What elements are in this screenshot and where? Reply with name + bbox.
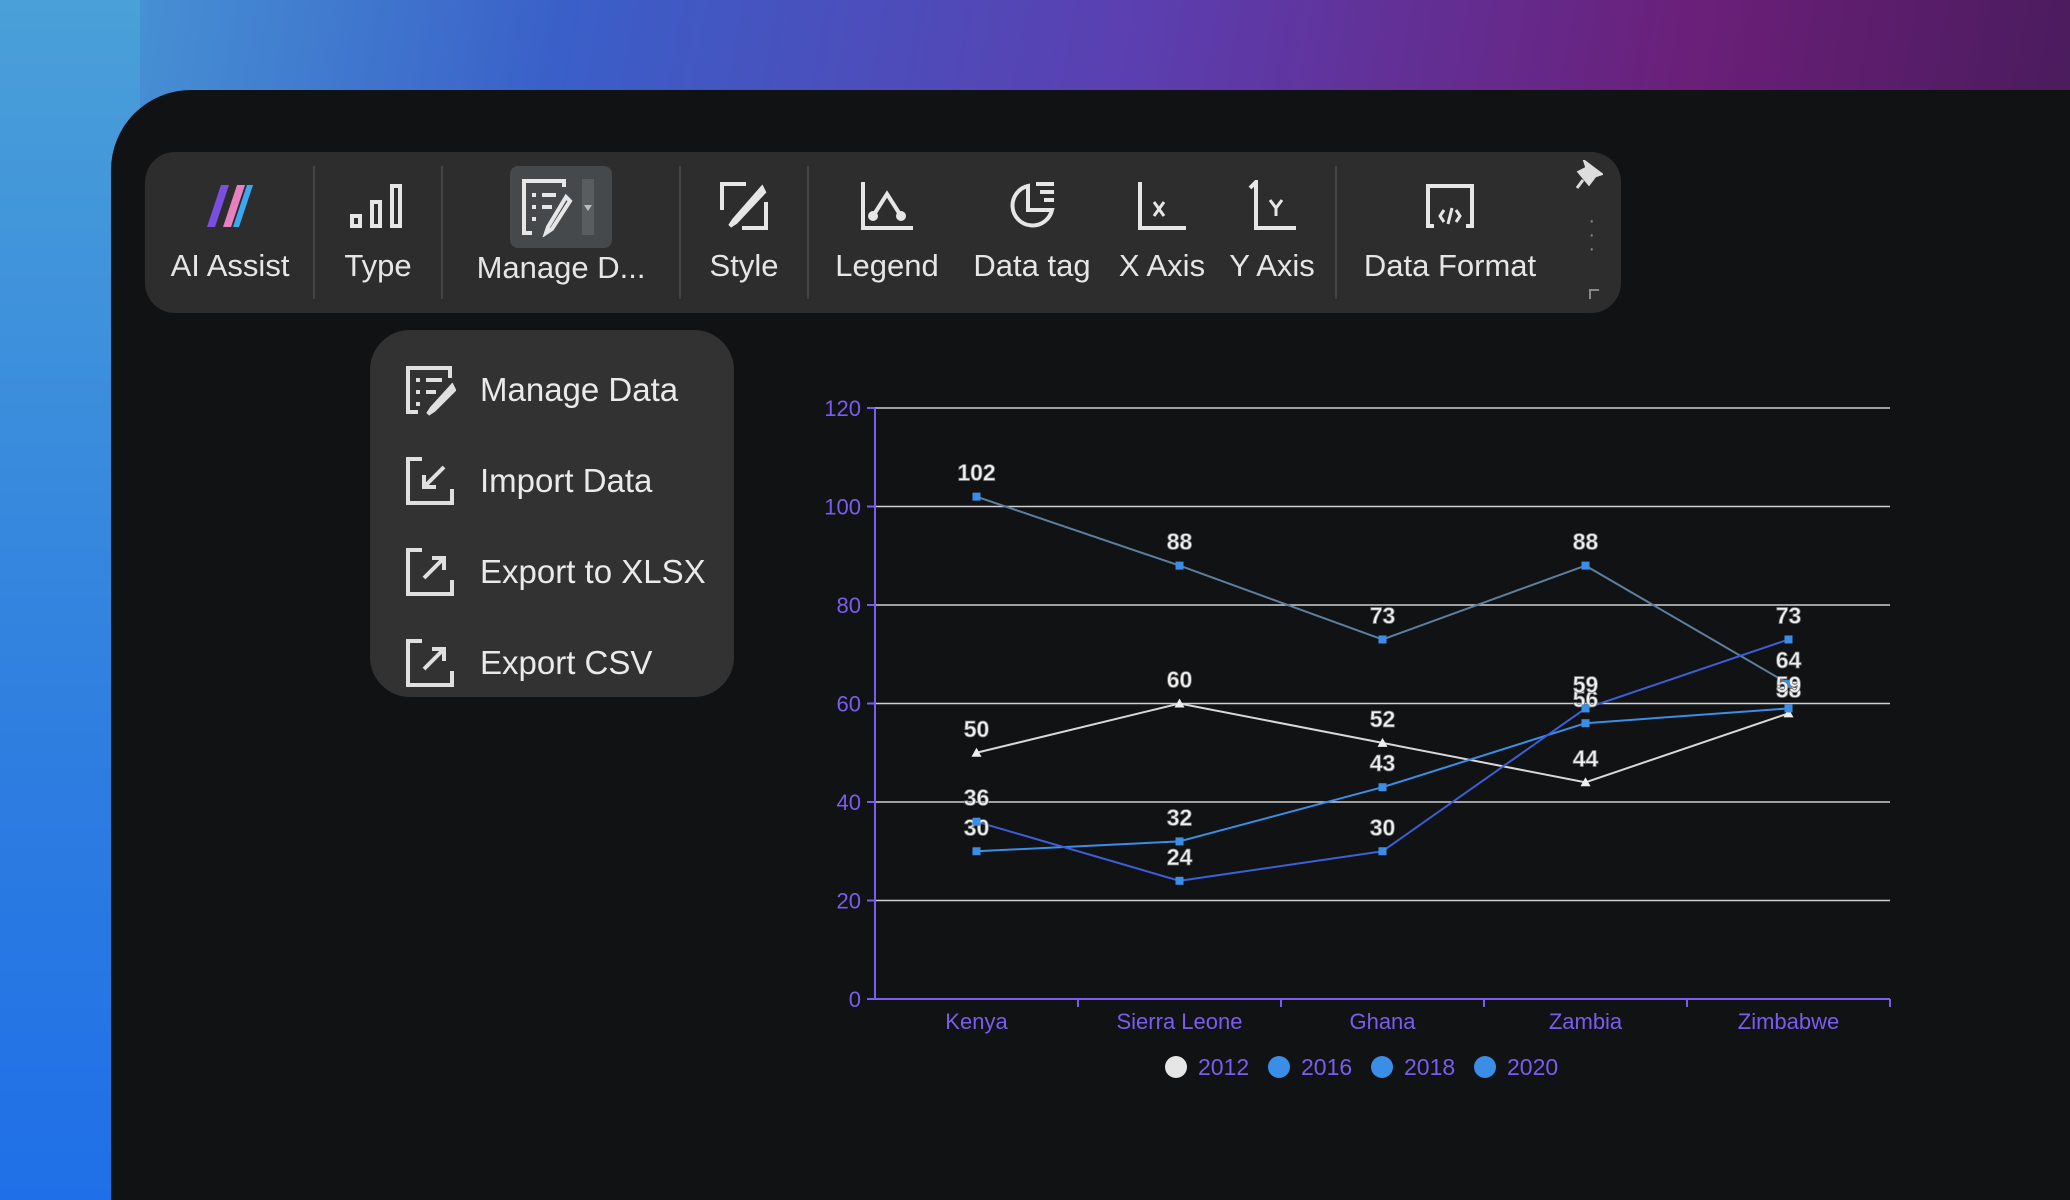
resize-handle-icon[interactable]: [1589, 289, 1599, 299]
type-button[interactable]: Type: [323, 152, 433, 313]
import-icon: [406, 456, 454, 505]
data-tag-pie-icon: [1006, 176, 1058, 236]
toolbar-label: Legend: [835, 248, 939, 283]
menu-item-export-csv[interactable]: Export CSV: [370, 617, 734, 708]
menu-item-label: Export CSV: [480, 643, 653, 681]
pin-icon[interactable]: [1575, 157, 1605, 195]
menu-item-label: Export to XLSX: [480, 552, 706, 590]
toolbar-label: Data Format: [1363, 248, 1537, 283]
menu-item-label: Manage Data: [480, 370, 679, 408]
export-icon: [406, 638, 454, 687]
x-axis-button[interactable]: X Axis: [1107, 152, 1217, 313]
data-format-button[interactable]: Data Format: [1345, 152, 1555, 313]
divider: [1335, 166, 1337, 299]
more-options-icon[interactable]: · · ·: [1588, 211, 1595, 259]
toolbar-label: Style: [709, 248, 779, 283]
manage-data-dropdown: Manage Data Import Data Export to XLSX E…: [370, 330, 734, 697]
toolbar-label: Type: [344, 248, 412, 283]
y-axis-button[interactable]: Y Axis: [1217, 152, 1327, 313]
x-axis-icon: [1136, 176, 1188, 236]
menu-item-label: Import Data: [480, 461, 653, 499]
ai-assist-logo: [203, 176, 257, 236]
toolbar-label: X Axis: [1118, 248, 1206, 283]
manage-data-icon: [510, 166, 612, 248]
chart-toolbar: AI Assist Type Manage D... Style Legend …: [145, 152, 1621, 313]
ai-assist-button[interactable]: AI Assist: [155, 152, 305, 313]
y-axis-icon: [1246, 176, 1298, 236]
divider: [441, 166, 443, 299]
data-tag-button[interactable]: Data tag: [957, 152, 1107, 313]
bar-chart-icon: [348, 176, 408, 236]
toolbar-label: AI Assist: [170, 248, 290, 283]
toolbar-label: Manage D...: [476, 250, 646, 285]
legend-button[interactable]: Legend: [817, 152, 957, 313]
menu-item-manage-data[interactable]: Manage Data: [370, 344, 734, 435]
style-button[interactable]: Style: [689, 152, 799, 313]
divider: [679, 166, 681, 299]
divider: [807, 166, 809, 299]
manage-data-icon: [406, 365, 456, 416]
export-icon: [406, 547, 454, 596]
legend-icon: [859, 176, 915, 236]
style-brush-icon: [718, 176, 770, 236]
manage-data-button[interactable]: Manage D...: [451, 152, 671, 313]
toolbar-label: Y Axis: [1229, 248, 1315, 283]
menu-item-export-xlsx[interactable]: Export to XLSX: [370, 526, 734, 617]
data-format-code-icon: [1422, 176, 1478, 236]
toolbar-label: Data tag: [973, 248, 1091, 283]
divider: [313, 166, 315, 299]
menu-item-import-data[interactable]: Import Data: [370, 435, 734, 526]
